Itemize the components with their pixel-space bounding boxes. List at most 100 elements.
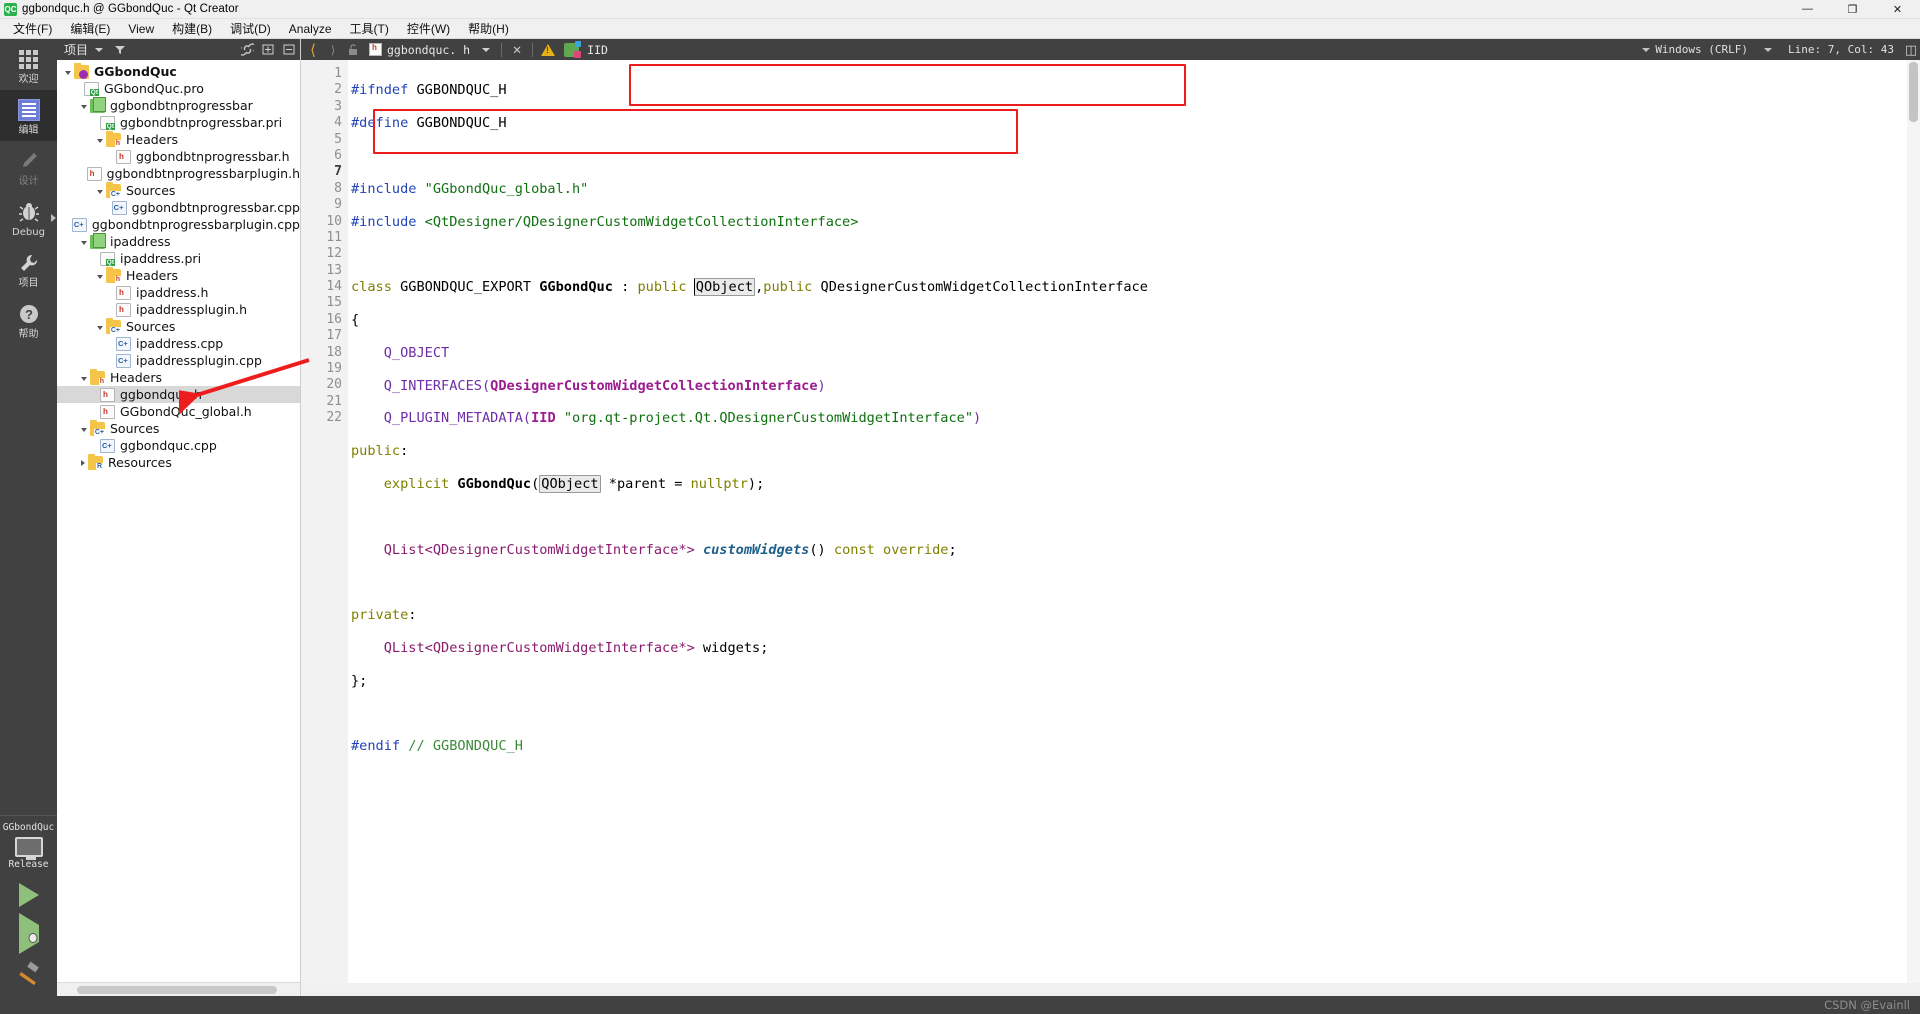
tree-item-ggbondbtnprogressbar[interactable]: ggbondbtnprogressbar — [57, 96, 300, 114]
mode-design[interactable]: 设计 — [0, 141, 57, 192]
minimize-button[interactable]: — — [1785, 0, 1830, 19]
tree-item-label: ipaddress — [110, 234, 171, 249]
chevron-down-icon[interactable] — [81, 104, 87, 109]
mode-projects-label: 项目 — [18, 278, 39, 289]
mode-help[interactable]: ? 帮助 — [0, 294, 57, 345]
tree-item-headers[interactable]: h Headers — [57, 368, 300, 386]
debug-submenu-arrow-icon[interactable] — [51, 213, 56, 222]
code-area[interactable]: 1 2 3 4 5 6 7 8 9 10 11 12 13 14 15 16 17 18 19 20 21 22 #ifn… — [301, 60, 1920, 983]
tree-item-sources[interactable]: C+ Sources — [57, 181, 300, 199]
hammer-icon — [18, 961, 39, 986]
menu-build[interactable]: 构建(B) — [163, 18, 221, 39]
warning-icon[interactable] — [538, 39, 558, 60]
tree-item-ipaddressplugin-h[interactable]: h ipaddressplugin.h — [57, 301, 300, 318]
sources-folder-icon: C+ — [90, 419, 105, 436]
tree-item-sources[interactable]: C+ Sources — [57, 317, 300, 335]
symbol-selector[interactable]: IID — [558, 39, 614, 60]
mode-welcome[interactable]: 欢迎 — [0, 39, 57, 90]
tree-item-sources[interactable]: C+ Sources — [57, 419, 300, 437]
chevron-down-icon[interactable] — [97, 189, 103, 194]
menu-debug[interactable]: 调试(D) — [221, 18, 280, 39]
grid-icon — [19, 46, 38, 72]
project-tree[interactable]: GGbondQuc Qt GGbondQuc.pro ggbondbtnprogres… — [57, 60, 300, 982]
question-icon: ? — [18, 301, 40, 327]
expand-all-icon[interactable] — [258, 39, 279, 60]
chevron-down-icon[interactable] — [65, 70, 71, 75]
chevron-down-icon[interactable] — [81, 240, 87, 245]
chevron-right-icon[interactable]: ⟩ — [323, 39, 343, 60]
line-ending-chevron[interactable] — [1756, 47, 1780, 52]
chevron-left-icon[interactable]: ⟨ — [303, 39, 323, 60]
tree-item-ggbondbtnprogressbar-h[interactable]: h ggbondbtnprogressbar.h — [57, 148, 300, 165]
chevron-down-icon[interactable] — [97, 274, 103, 279]
code-line-5: #include <QtDesigner/QDesignerCustomWidg… — [351, 213, 859, 230]
menu-file[interactable]: 文件(F) — [4, 18, 61, 39]
editor-vertical-scrollbar[interactable] — [1907, 60, 1920, 983]
line-number-19: 19 — [326, 361, 342, 377]
tree-item-ggbondquc[interactable]: GGbondQuc — [57, 62, 300, 80]
code-line-13: explicit GGbondQuc(QObject *parent = nul… — [383, 474, 765, 493]
code-text[interactable]: #ifndef GGBONDQUC_H #define GGBONDQUC_H … — [348, 60, 1920, 983]
tree-item-ggbondbtnprogressbarplugin-h[interactable]: h ggbondbtnprogressbarplugin.h — [57, 165, 300, 182]
menu-view[interactable]: View — [119, 20, 163, 38]
tree-item-ipaddress-h[interactable]: h ipaddress.h — [57, 284, 300, 301]
encoding-selector[interactable]: Windows (CRLF) — [1634, 43, 1756, 56]
chevron-down-icon[interactable] — [81, 427, 87, 432]
debug-button[interactable] — [0, 913, 57, 954]
unlock-icon[interactable] — [343, 39, 363, 60]
build-button[interactable] — [0, 952, 57, 996]
tree-item-resources[interactable]: R Resources — [57, 453, 300, 471]
tree-item-ipaddress[interactable]: ipaddress — [57, 232, 300, 250]
project-horizontal-scrollbar[interactable] — [57, 982, 300, 996]
tree-item-label: ggbondbtnprogressbar — [110, 98, 253, 113]
editor-horizontal-scrollbar[interactable] — [301, 983, 1920, 996]
desktop-icon — [14, 837, 43, 860]
tree-item-headers[interactable]: h Headers — [57, 266, 300, 284]
line-number-4: 4 — [334, 115, 342, 131]
file-dropdown-icon[interactable] — [476, 39, 496, 60]
menu-tools[interactable]: 工具(T) — [341, 18, 398, 39]
kit-selector[interactable]: GGbondQuc Release — [0, 815, 57, 874]
chevron-down-icon[interactable] — [97, 138, 103, 143]
editor-scrollbar-thumb[interactable] — [1909, 62, 1918, 122]
chevron-right-icon[interactable] — [81, 459, 85, 466]
menu-widgets[interactable]: 控件(W) — [398, 18, 459, 39]
tree-item-ipaddressplugin-cpp[interactable]: C+ ipaddressplugin.cpp — [57, 352, 300, 369]
header-file-icon: h — [86, 166, 102, 181]
tree-item-ggbondbtnprogressbarplugin-cpp[interactable]: C+ ggbondbtnprogressbarplugin.cpp — [57, 216, 300, 233]
mode-debug[interactable]: Debug — [0, 192, 57, 243]
filter-icon[interactable] — [109, 39, 130, 60]
line-number-18: 18 — [326, 344, 342, 360]
tree-item-ggbondquc-h[interactable]: h ggbondquc.h — [57, 386, 300, 403]
collapse-icon[interactable] — [279, 39, 300, 60]
editor-file-tab[interactable]: ggbondquc. h — [363, 39, 476, 60]
tree-item-ggbondbtnprogressbar-pri[interactable]: Qt ggbondbtnprogressbar.pri — [57, 114, 300, 131]
tree-item-ggbondbtnprogressbar-cpp[interactable]: C+ ggbondbtnprogressbar.cpp — [57, 199, 300, 216]
menu-edit[interactable]: 编辑(E) — [61, 18, 119, 39]
mode-edit[interactable]: 编辑 — [0, 90, 57, 141]
mode-projects[interactable]: 项目 — [0, 243, 57, 294]
close-button[interactable]: ✕ — [1875, 0, 1920, 19]
project-scrollbar-thumb[interactable] — [77, 986, 277, 994]
split-editor-icon[interactable]: ◫ — [1902, 39, 1920, 60]
cpp-file-icon: C+ — [100, 438, 115, 453]
tree-item-ipaddress-cpp[interactable]: C+ ipaddress.cpp — [57, 335, 300, 352]
close-document-icon[interactable]: ✕ — [507, 39, 527, 60]
tree-item-ggbondquc-cpp[interactable]: C+ ggbondquc.cpp — [57, 437, 300, 454]
tree-item-ggbondquc-global-h[interactable]: h GGbondQuc_global.h — [57, 403, 300, 420]
menu-analyze[interactable]: Analyze — [280, 20, 341, 38]
chevron-down-icon[interactable] — [97, 325, 103, 330]
chevron-down-icon[interactable] — [88, 39, 109, 60]
run-button[interactable] — [0, 874, 57, 916]
line-number-2: 2 — [334, 82, 342, 98]
tree-item-ggbondquc-pro[interactable]: Qt GGbondQuc.pro — [57, 80, 300, 97]
tree-item-ipaddress-pri[interactable]: Qt ipaddress.pri — [57, 250, 300, 267]
chevron-down-icon[interactable] — [81, 376, 87, 381]
tree-item-headers[interactable]: h Headers — [57, 130, 300, 148]
tree-item-label: GGbondQuc_global.h — [120, 404, 252, 419]
kit-build-config: Release — [8, 859, 49, 870]
link-icon[interactable] — [237, 39, 258, 60]
menu-help[interactable]: 帮助(H) — [459, 18, 518, 39]
maximize-button[interactable]: ❐ — [1830, 0, 1875, 19]
